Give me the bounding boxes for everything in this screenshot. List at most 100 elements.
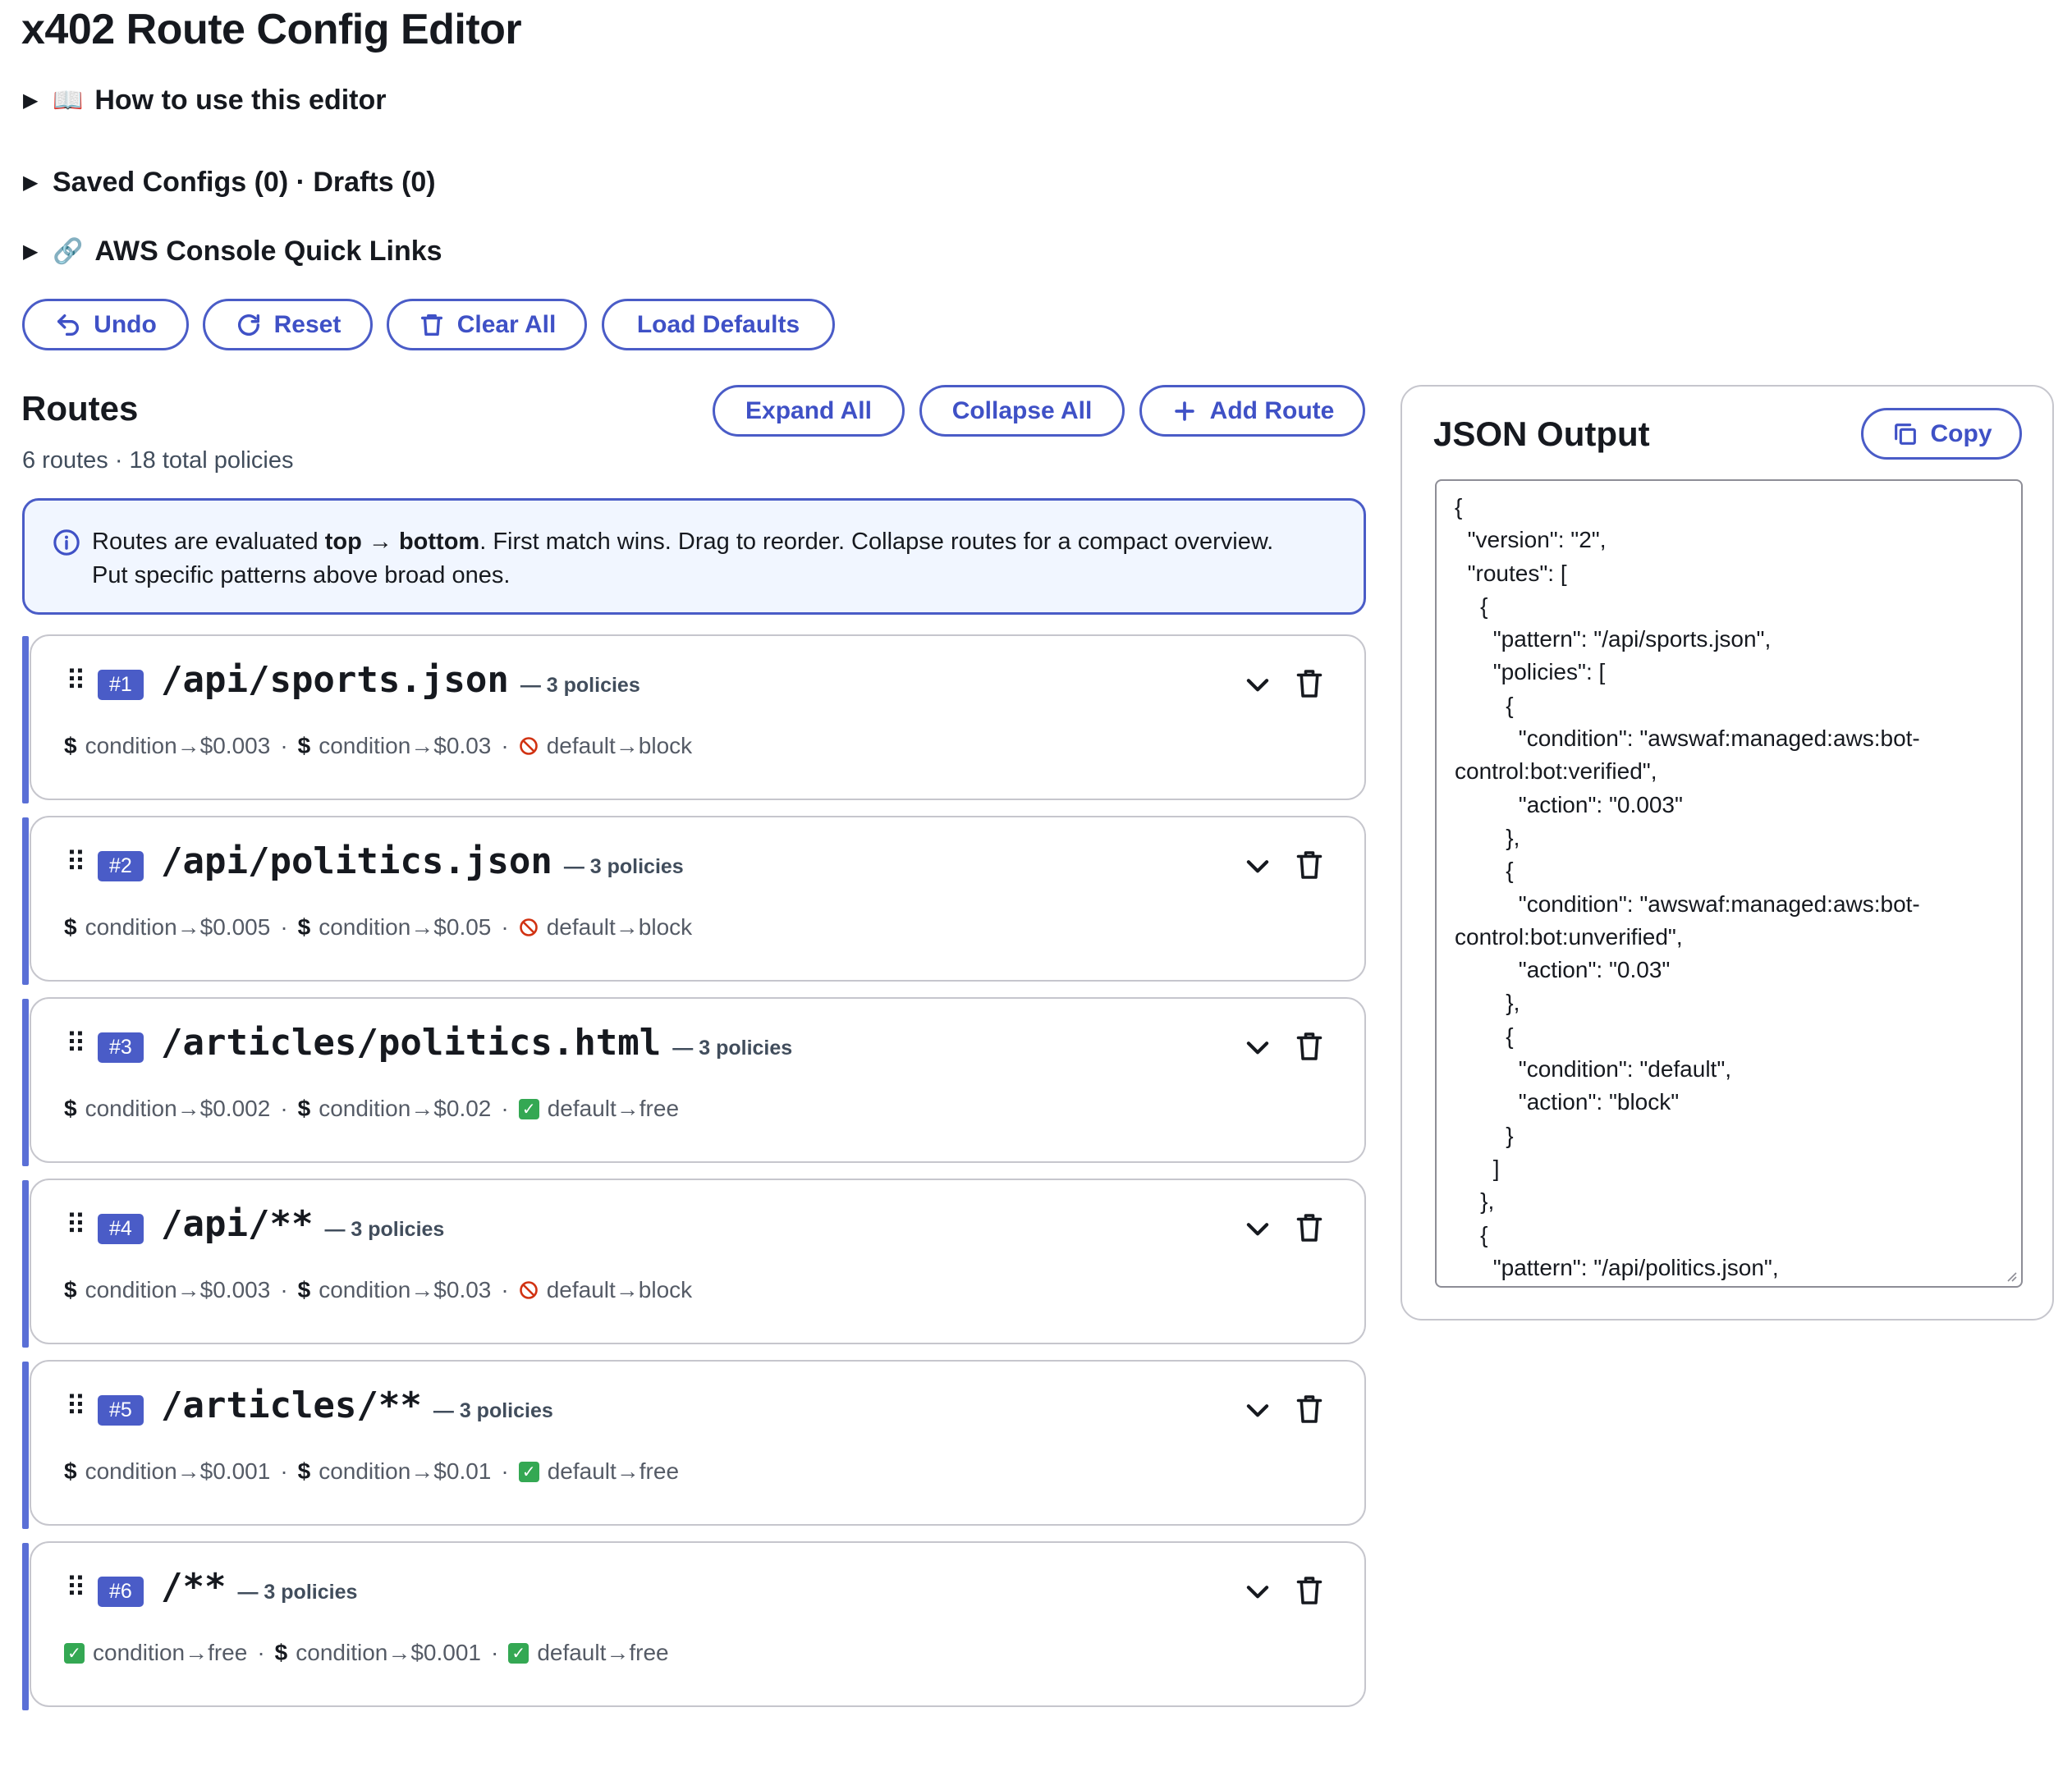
- copy-icon: [1894, 423, 1916, 445]
- how-to-label: How to use this editor: [94, 85, 387, 116]
- separator: ·: [280, 733, 288, 758]
- expand-all-button[interactable]: Expand All: [713, 385, 905, 437]
- delete-route-icon[interactable]: [1295, 667, 1324, 700]
- dollar-icon: $: [64, 1096, 77, 1121]
- delete-route-icon[interactable]: [1295, 849, 1324, 881]
- dollar-icon: $: [64, 914, 77, 940]
- info-icon: [53, 529, 80, 556]
- route-policy-count: — 3 policies: [563, 855, 684, 878]
- route-index-badge: #6: [98, 1577, 144, 1607]
- route-card[interactable]: ⠿ #3/articles/politics.html — 3 policies $ c…: [30, 997, 1366, 1163]
- info-text-prefix: Routes are evaluated: [92, 529, 325, 555]
- clear-all-button[interactable]: Clear All: [387, 299, 587, 350]
- route-pattern: /api/sports.json — 3 policies: [161, 659, 640, 701]
- route-pattern-text: /articles/politics.html: [161, 1022, 662, 1064]
- route-policy-count: — 3 policies: [324, 1218, 445, 1241]
- drag-handle-icon[interactable]: ⠿: [66, 1393, 86, 1421]
- load-defaults-button[interactable]: Load Defaults: [602, 299, 835, 350]
- chevron-down-icon[interactable]: [1242, 1032, 1273, 1063]
- drag-handle-icon[interactable]: ⠿: [66, 667, 86, 695]
- policy-summary-text: condition→$0.001: [85, 1458, 271, 1484]
- drag-handle-icon[interactable]: ⠿: [66, 1030, 86, 1058]
- refresh-icon: [237, 314, 259, 336]
- collapse-all-label: Collapse All: [951, 396, 1093, 424]
- delete-route-icon[interactable]: [1295, 1211, 1324, 1244]
- json-output-textarea[interactable]: { "version": "2", "routes": [ { "pattern…: [1435, 479, 2023, 1288]
- undo-icon: [57, 314, 80, 336]
- drag-handle-icon[interactable]: ⠿: [66, 1211, 86, 1239]
- route-pattern-text: /**: [161, 1566, 227, 1608]
- copy-button[interactable]: Copy: [1861, 408, 2022, 460]
- policy-summary-text: condition→$0.01: [319, 1458, 492, 1484]
- route-drag-accent: [22, 1362, 29, 1529]
- undo-label: Undo: [94, 310, 157, 338]
- chevron-down-icon[interactable]: [1242, 1213, 1273, 1244]
- policy-summary-text: condition→$0.05: [319, 914, 492, 940]
- plus-icon: [1174, 401, 1194, 421]
- route-policy-count: — 3 policies: [520, 674, 640, 697]
- policy-summary-text: condition→$0.001: [296, 1640, 481, 1665]
- dollar-icon: $: [64, 733, 77, 758]
- json-output-heading: JSON Output: [1433, 414, 1650, 453]
- aws-links-section-toggle[interactable]: ▶ 🔗 AWS Console Quick Links: [23, 236, 442, 268]
- route-policy-summary: $ condition→$0.001 · $ condition→$0.01 · ✓ defa…: [64, 1458, 679, 1485]
- separator: ·: [280, 1096, 288, 1121]
- resize-handle-icon[interactable]: [2003, 1268, 2018, 1283]
- dollar-icon: $: [297, 733, 311, 758]
- delete-route-icon[interactable]: [1295, 1030, 1324, 1063]
- policy-summary-text: condition→$0.03: [319, 733, 492, 758]
- expand-all-label: Expand All: [745, 396, 872, 424]
- route-card[interactable]: ⠿ #1/api/sports.json — 3 policies $ conditio…: [30, 634, 1366, 800]
- collapse-all-button[interactable]: Collapse All: [919, 385, 1125, 437]
- add-route-label: Add Route: [1209, 396, 1335, 424]
- dollar-icon: $: [274, 1640, 288, 1665]
- route-card[interactable]: ⠿ #6 /** — 3 policies ✓ condition→free · $ condi…: [30, 1541, 1366, 1707]
- route-pattern-text: /api/sports.json: [161, 659, 509, 701]
- route-pattern-text: /api/politics.json: [161, 840, 552, 882]
- block-icon: [519, 737, 538, 755]
- routes-heading: Routes: [21, 389, 139, 428]
- policy-summary-text: condition→free: [93, 1640, 248, 1665]
- chevron-down-icon[interactable]: [1242, 1576, 1273, 1607]
- route-policy-summary: ✓ condition→free · $ condition→$0.001 · ✓ defau…: [64, 1640, 669, 1666]
- load-defaults-label: Load Defaults: [636, 310, 800, 338]
- route-pattern: /articles/politics.html — 3 policies: [161, 1022, 792, 1064]
- route-card[interactable]: ⠿ #4/api/** — 3 policies $ condition→$0.003 ·…: [30, 1179, 1366, 1344]
- route-drag-accent: [22, 1180, 29, 1348]
- book-icon: 📖: [53, 87, 84, 114]
- separator: ·: [257, 1640, 265, 1665]
- delete-route-icon[interactable]: [1295, 1393, 1324, 1426]
- clear-all-label: Clear All: [456, 310, 557, 338]
- undo-button[interactable]: Undo: [22, 299, 189, 350]
- route-card[interactable]: ⠿ #2/api/politics.json — 3 policies $ condit…: [30, 816, 1366, 982]
- route-pattern: /articles/** — 3 policies: [161, 1385, 553, 1426]
- policy-summary-text: condition→$0.02: [319, 1096, 492, 1121]
- json-output-panel: JSON Output Copy { "version": "2", "rout…: [1400, 385, 2054, 1321]
- drag-handle-icon[interactable]: ⠿: [66, 1574, 86, 1602]
- info-line-2: Put specific patterns above broad ones.: [92, 562, 511, 588]
- route-policy-count: — 3 policies: [433, 1399, 553, 1422]
- route-index-badge: #3: [98, 1032, 144, 1063]
- chevron-down-icon[interactable]: [1242, 850, 1273, 881]
- saved-configs-section-toggle[interactable]: ▶ Saved Configs (0) · Drafts (0): [23, 167, 436, 199]
- trash-icon: [420, 314, 442, 336]
- route-pattern-text: /articles/**: [161, 1385, 422, 1426]
- route-index-badge: #4: [98, 1214, 144, 1244]
- route-index-badge: #2: [98, 851, 144, 881]
- policy-summary-text: default→free: [547, 1458, 680, 1484]
- chevron-down-icon[interactable]: [1242, 669, 1273, 700]
- policy-summary-text: default→free: [537, 1640, 669, 1665]
- route-pattern-text: /api/**: [161, 1203, 314, 1245]
- info-text-middle: . First match wins. Drag to reorder. Col…: [479, 529, 1274, 555]
- aws-links-label: AWS Console Quick Links: [94, 236, 442, 267]
- how-to-section-toggle[interactable]: ▶ 📖 How to use this editor: [23, 85, 386, 117]
- separator: ·: [280, 1458, 288, 1484]
- delete-route-icon[interactable]: [1295, 1574, 1324, 1607]
- route-drag-accent: [22, 999, 29, 1166]
- route-policy-summary: $ condition→$0.002 · $ condition→$0.02 · ✓ defa…: [64, 1096, 679, 1122]
- drag-handle-icon[interactable]: ⠿: [66, 849, 86, 877]
- reset-button[interactable]: Reset: [203, 299, 373, 350]
- route-card[interactable]: ⠿ #5/articles/** — 3 policies $ condition→$0…: [30, 1360, 1366, 1526]
- add-route-button[interactable]: Add Route: [1139, 385, 1365, 437]
- chevron-down-icon[interactable]: [1242, 1394, 1273, 1426]
